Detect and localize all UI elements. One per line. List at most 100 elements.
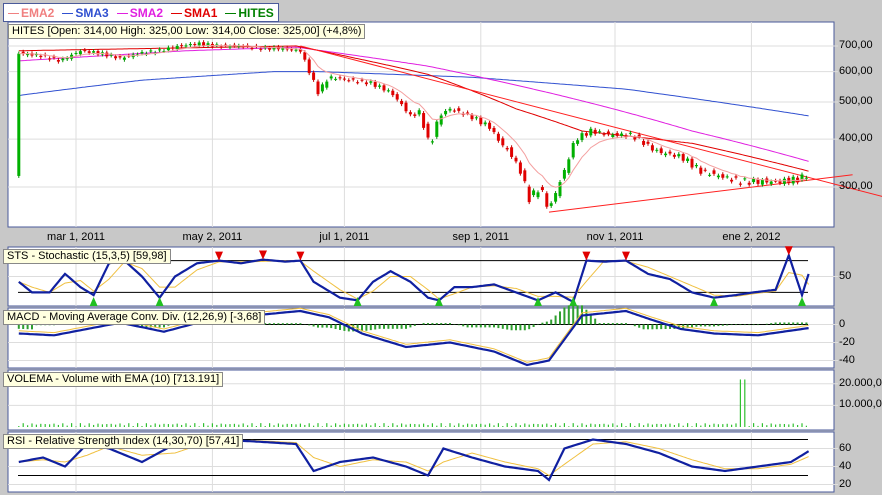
- candle: [250, 48, 254, 50]
- volume-bar: [792, 423, 794, 427]
- volume-bar: [541, 424, 543, 427]
- volume-bar: [748, 426, 750, 427]
- volume-bar: [713, 423, 715, 427]
- volume-bar: [295, 424, 297, 427]
- volume-bar: [330, 425, 332, 427]
- macd-histogram-bar: [616, 323, 619, 325]
- macd-histogram-bar: [655, 324, 658, 330]
- volume-bar: [418, 424, 420, 427]
- legend-item-ema2[interactable]: EMA2: [8, 6, 54, 20]
- candle: [708, 174, 712, 176]
- volume-bar: [119, 423, 121, 427]
- volume-bar: [286, 423, 288, 427]
- macd-histogram-bar: [444, 323, 447, 325]
- volume-bar: [440, 423, 442, 427]
- candle: [202, 42, 206, 46]
- volume-bar: [233, 423, 235, 427]
- candle: [118, 56, 122, 58]
- volume-bar: [709, 424, 711, 427]
- volume-bar: [392, 423, 394, 427]
- volume-bar: [458, 423, 460, 427]
- volume-bar: [317, 423, 319, 427]
- macd-histogram-bar: [471, 324, 473, 328]
- candle: [655, 149, 659, 151]
- vol-tick-label: 10.000,0: [839, 398, 882, 411]
- volume-bar: [101, 424, 103, 427]
- candle: [422, 113, 426, 128]
- x-tick-label: ene 2, 2012: [722, 231, 781, 243]
- volume-bar: [242, 423, 244, 427]
- candle: [184, 45, 188, 47]
- macd-histogram-bar: [321, 324, 324, 328]
- volume-bar: [176, 423, 178, 427]
- candle: [435, 121, 439, 137]
- volume-bar: [79, 423, 81, 427]
- volume-bar: [145, 423, 147, 427]
- candle: [558, 182, 562, 197]
- volume-bar: [172, 424, 174, 427]
- volume-bar: [383, 423, 385, 427]
- candle: [364, 82, 368, 85]
- candle: [633, 137, 637, 140]
- candle: [514, 157, 518, 162]
- volume-bar: [167, 424, 169, 427]
- macd-panel-title: MACD - Moving Average Conv. Div. (12,26,…: [3, 310, 266, 325]
- candle: [197, 42, 201, 46]
- volume-bar: [731, 424, 733, 427]
- candle: [391, 90, 395, 96]
- volume-bar: [211, 423, 213, 427]
- legend-item-sma2[interactable]: SMA2: [116, 6, 163, 20]
- volume-bar: [634, 425, 636, 427]
- candle: [554, 193, 558, 202]
- candle: [738, 183, 742, 185]
- candle: [180, 45, 184, 47]
- volume-bar: [66, 425, 68, 427]
- chart-canvas[interactable]: [0, 0, 882, 495]
- candle: [413, 114, 417, 116]
- volume-bar: [761, 423, 763, 427]
- volume-bar: [93, 424, 95, 427]
- legend-item-hites[interactable]: HITES: [225, 6, 274, 20]
- candle: [448, 108, 452, 111]
- volume-bar: [471, 424, 473, 427]
- legend-swatch: [8, 12, 19, 14]
- macd-histogram-bar: [281, 323, 284, 325]
- macd-histogram-bar: [400, 324, 403, 329]
- volume-bar: [462, 424, 464, 427]
- volume-bar: [304, 424, 306, 427]
- candle: [320, 84, 324, 92]
- candle: [703, 169, 707, 171]
- volume-bar: [238, 424, 240, 427]
- macd-histogram-bar: [286, 323, 289, 325]
- macd-histogram-bar: [572, 305, 575, 325]
- candle: [439, 115, 443, 125]
- macd-histogram-bar: [457, 324, 460, 326]
- macd-histogram-bar: [532, 324, 535, 328]
- price-tick-label: 700,00: [839, 38, 873, 51]
- candle: [316, 81, 320, 95]
- macd-histogram-bar: [273, 323, 275, 325]
- candle: [408, 112, 412, 115]
- volume-bar: [374, 423, 376, 427]
- candle: [457, 108, 461, 111]
- candle: [56, 60, 60, 62]
- legend-item-sma1[interactable]: SMA1: [171, 6, 217, 20]
- macd-histogram-bar: [484, 324, 487, 328]
- x-tick-label: may 2, 2011: [182, 231, 243, 243]
- candle: [39, 55, 43, 58]
- candle: [686, 158, 690, 162]
- candle: [580, 133, 584, 141]
- macd-tick-label: 0: [839, 317, 846, 330]
- macd-histogram-bar: [717, 324, 720, 327]
- volume-bar: [673, 425, 675, 427]
- legend-item-sma3[interactable]: SMA3: [62, 6, 109, 20]
- price-panel-title: HITES [Open: 314,00 High: 325,00 Low: 31…: [8, 24, 366, 39]
- volume-bar: [277, 423, 279, 427]
- candle: [743, 178, 747, 180]
- volume-bar: [502, 426, 504, 427]
- sts-panel-title: STS - Stochastic (15,3,5) [59,98]: [3, 249, 171, 264]
- volume-bar: [603, 423, 605, 427]
- volume-bar: [62, 423, 64, 427]
- volume-bar: [722, 424, 724, 427]
- macd-histogram-bar: [317, 324, 319, 328]
